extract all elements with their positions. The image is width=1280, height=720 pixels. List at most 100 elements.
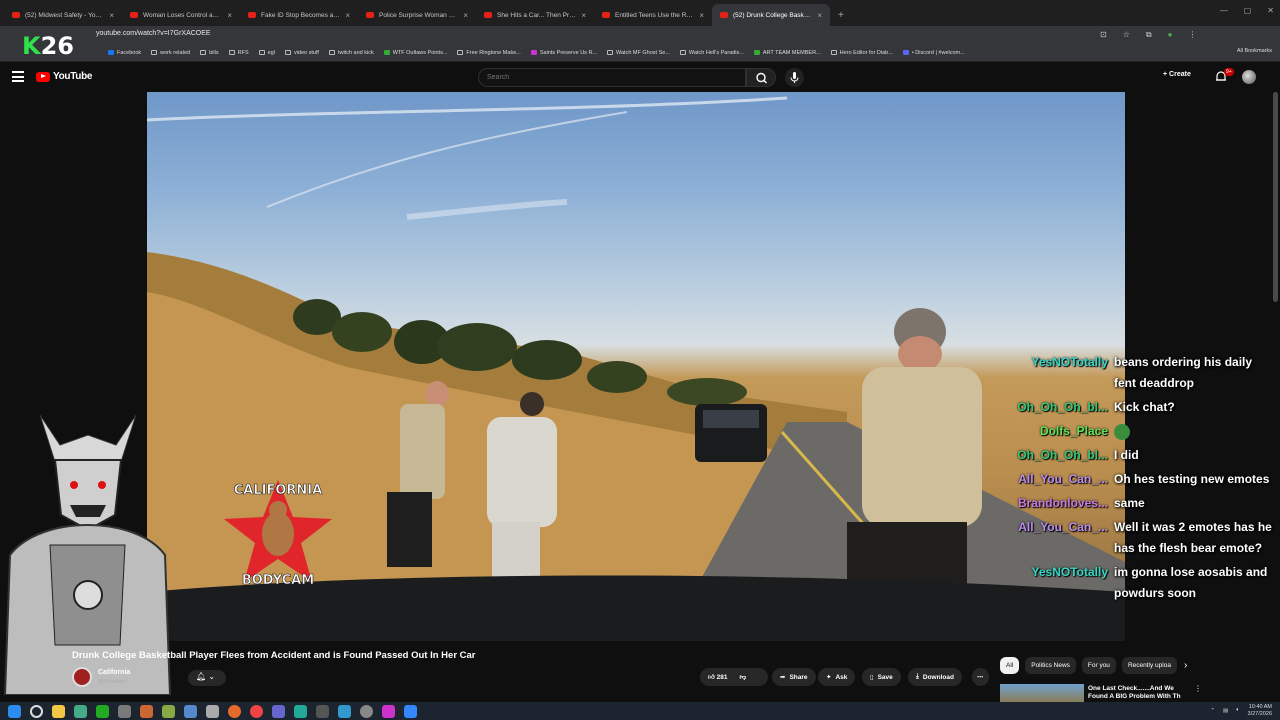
youtube-favicon-icon — [366, 12, 374, 18]
stream-chat-overlay: YesNOTotally beans ordering his daily fen… — [1008, 352, 1272, 607]
close-window-icon[interactable]: ✕ — [1267, 6, 1274, 15]
search-icon[interactable] — [30, 704, 43, 718]
chat-username: Brandonloves... — [1017, 496, 1108, 510]
youtube-favicon-icon — [130, 12, 138, 18]
close-icon[interactable]: × — [699, 11, 704, 20]
channel-avatar[interactable] — [72, 667, 92, 687]
dislike-button[interactable]: 👎︎ — [739, 673, 746, 681]
profile-icon[interactable]: ● — [1168, 30, 1173, 40]
chevron-up-icon[interactable]: ⌃ — [1210, 708, 1215, 714]
chip-politics-news[interactable]: Politics News — [1025, 657, 1076, 674]
chip-for-you[interactable]: For you — [1081, 657, 1116, 674]
bookmark-item[interactable]: Hero Editor for Diab... — [830, 50, 893, 56]
bookmark-item[interactable]: • Discord | #welcom... — [902, 50, 965, 56]
all-bookmarks-button[interactable]: All Bookmarks — [1237, 48, 1272, 54]
browser-tab[interactable]: She Hits a Car... Then Pretends× — [476, 4, 594, 26]
create-button[interactable]: + Create — [1163, 71, 1191, 78]
subscribed-button[interactable]: 🔔︎ ⌄ — [188, 670, 226, 686]
bookmark-item[interactable]: Facebook — [108, 50, 141, 56]
app-icon[interactable] — [74, 704, 87, 718]
menu-icon[interactable]: ⋮ — [1188, 30, 1196, 40]
more-icon[interactable]: ⋮ — [1194, 684, 1202, 693]
close-icon[interactable]: × — [817, 11, 822, 20]
recommended-title[interactable]: One Last Check.......And We Found A BIG … — [1088, 685, 1188, 701]
star-bear-logo-icon: CALIFORNIA BODYCAM — [224, 480, 332, 588]
app-icon[interactable] — [382, 704, 395, 718]
app-icon[interactable] — [272, 704, 285, 718]
file-explorer-icon[interactable] — [52, 704, 65, 718]
discord-icon — [902, 50, 909, 55]
save-button[interactable]: ▯ Save — [862, 668, 901, 686]
extension-icon[interactable]: ⧉ — [1146, 30, 1152, 40]
like-button[interactable]: 👍︎ 281 — [708, 673, 727, 681]
bookmark-item[interactable]: Saints Preserve Us R... — [530, 50, 597, 56]
bookmark-folder[interactable]: bills — [200, 50, 219, 56]
firefox-icon[interactable] — [228, 704, 241, 718]
ask-button[interactable]: ✦ Ask — [818, 668, 856, 686]
settings-icon[interactable] — [360, 704, 373, 718]
new-tab-button[interactable]: + — [830, 10, 844, 26]
app-icon[interactable] — [294, 704, 307, 718]
share-button[interactable]: ➦ Share — [772, 668, 816, 686]
app-icon[interactable] — [184, 704, 197, 718]
browser-tab[interactable]: (52) Midwest Safety - YouTube× — [4, 4, 122, 26]
account-avatar[interactable] — [1242, 70, 1256, 84]
site-icon — [607, 50, 614, 55]
sparkle-icon: ✦ — [826, 674, 832, 681]
chip-all[interactable]: All — [1000, 657, 1020, 674]
minimize-icon[interactable]: — — [1220, 6, 1228, 15]
network-icon[interactable]: ▤ — [1223, 708, 1228, 714]
app-icon[interactable] — [338, 704, 351, 718]
bookmark-folder[interactable]: twitch and kick — [328, 50, 374, 56]
microphone-icon — [790, 72, 799, 83]
browser-tab-active[interactable]: (52) Drunk College Basketb × — [712, 4, 830, 26]
bookmark-folder[interactable]: RFS — [228, 50, 249, 56]
close-icon[interactable]: × — [345, 11, 350, 20]
bookmark-item[interactable]: WTF Outlaws Points... — [383, 50, 447, 56]
app-icon[interactable] — [140, 704, 153, 718]
close-icon[interactable]: × — [109, 11, 114, 20]
install-icon[interactable]: ⊡ — [1100, 30, 1107, 40]
bookmark-folder[interactable]: video stuff — [284, 50, 319, 56]
bookmark-item[interactable]: Watch MF Ghost Se... — [607, 50, 670, 56]
windows-start-icon[interactable] — [8, 704, 21, 718]
search-button[interactable] — [746, 68, 776, 87]
download-button[interactable]: ⤓ Download — [908, 668, 962, 686]
close-icon[interactable]: × — [227, 11, 232, 20]
search-input[interactable] — [478, 68, 746, 87]
app-icon[interactable] — [118, 704, 131, 718]
app-icon[interactable] — [162, 704, 175, 718]
volume-icon[interactable]: 🔈︎ — [1236, 707, 1239, 714]
more-actions-button[interactable]: ⋯ — [972, 668, 989, 686]
app-icon[interactable] — [316, 704, 329, 718]
app-icon[interactable] — [96, 704, 109, 718]
clock[interactable]: 10:40 AM 3/27/2026 — [1248, 704, 1272, 717]
page-scrollbar[interactable] — [1273, 92, 1278, 302]
bookmark-folder[interactable]: work related — [151, 50, 190, 56]
bookmark-item[interactable]: Watch Hell's Paradis... — [679, 50, 744, 56]
chip-recently-uploaded[interactable]: Recently uploa — [1121, 657, 1177, 674]
app-icon[interactable] — [404, 704, 417, 718]
channel-name[interactable]: California — [98, 669, 130, 676]
close-icon[interactable]: × — [581, 11, 586, 20]
url-field[interactable]: youtube.com/watch?v=I7GrXACOEE — [96, 30, 211, 37]
star-icon[interactable]: ☆ — [1123, 30, 1130, 40]
chevron-right-icon[interactable]: › — [1184, 660, 1187, 671]
browser-toolbar-icons: ⊡ ☆ ⧉ ● ⋮ — [1100, 30, 1196, 40]
close-icon[interactable]: × — [463, 11, 468, 20]
bookmark-folder[interactable]: egl — [258, 50, 275, 56]
voice-search-button[interactable] — [785, 68, 804, 87]
chat-text — [1114, 421, 1272, 442]
browser-tab[interactable]: Woman Loses Control and Cau× — [122, 4, 240, 26]
recommended-thumbnail[interactable] — [1000, 684, 1084, 702]
browser-tab[interactable]: Fake ID Stop Becomes a Full-Bl× — [240, 4, 358, 26]
maximize-icon[interactable]: ▢ — [1244, 6, 1252, 15]
bookmark-item[interactable]: Free Ringtone Make... — [457, 50, 521, 56]
chrome-icon[interactable] — [250, 704, 263, 718]
youtube-logo[interactable]: YouTube — [36, 71, 93, 82]
app-icon[interactable] — [206, 704, 219, 718]
browser-tab[interactable]: Entitled Teens Use the Race Ca× — [594, 4, 712, 26]
browser-tab[interactable]: Police Surprise Woman Carryin× — [358, 4, 476, 26]
bookmark-item[interactable]: ART TEAM MEMBER... — [753, 50, 821, 56]
menu-icon[interactable] — [12, 71, 24, 82]
